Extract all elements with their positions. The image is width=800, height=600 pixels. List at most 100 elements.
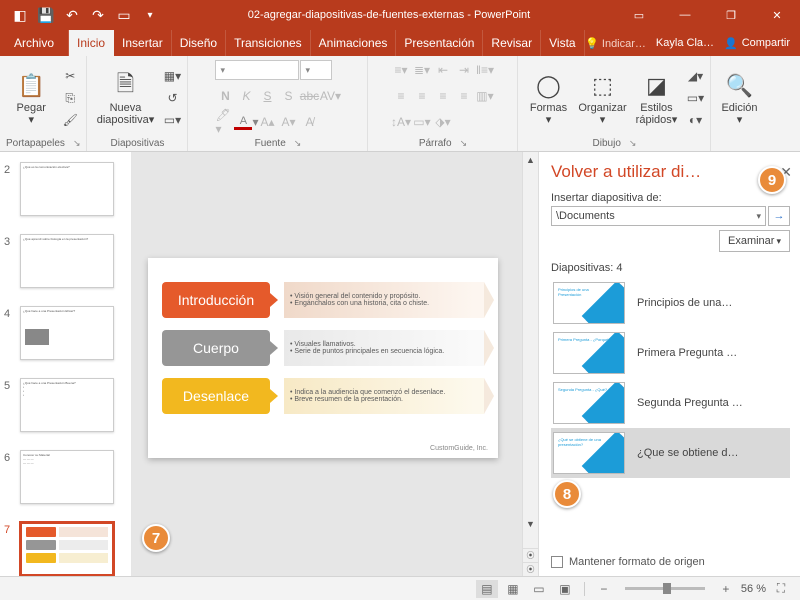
go-button[interactable]: →: [768, 206, 790, 226]
dialog-launcher-icon[interactable]: ↘: [460, 138, 468, 149]
workspace: 2 ¿Qué es la comunicación efectiva? 3 ¿Q…: [0, 152, 800, 576]
indent-decrease-button[interactable]: ⇤: [433, 60, 453, 80]
reset-icon[interactable]: ↺: [163, 89, 181, 107]
format-painter-icon[interactable]: 🖌: [61, 111, 79, 129]
spacing-button[interactable]: AV▾: [320, 86, 340, 106]
reuse-slide-item[interactable]: Segunda Pregunta - ¿Qué? Segunda Pregunt…: [551, 378, 790, 428]
arrange-button[interactable]: ⬚ Organizar▾: [578, 65, 626, 131]
tab-revisar[interactable]: Revisar: [483, 30, 541, 56]
fit-to-window-icon[interactable]: ⛶: [770, 580, 792, 598]
shapes-icon: ◯: [532, 70, 564, 102]
tab-inicio[interactable]: Inicio: [69, 30, 114, 56]
bold-button[interactable]: N: [215, 86, 235, 106]
dialog-launcher-icon[interactable]: ↘: [294, 138, 302, 149]
slideshow-view-icon[interactable]: ▣: [554, 580, 576, 598]
close-icon[interactable]: ✕: [754, 0, 800, 30]
start-from-beginning-icon[interactable]: ▭: [112, 3, 136, 27]
dialog-launcher-icon[interactable]: ↘: [73, 138, 81, 149]
align-right-button[interactable]: ≡: [433, 86, 453, 106]
reading-view-icon[interactable]: ▭: [528, 580, 550, 598]
minimize-icon[interactable]: —: [662, 0, 708, 30]
thumbnail[interactable]: 5 ¿Qué hace a una Presentación Buena?•••: [0, 374, 131, 446]
save-icon[interactable]: 💾: [34, 3, 58, 27]
tab-animaciones[interactable]: Animaciones: [311, 30, 397, 56]
zoom-out-icon[interactable]: −: [593, 580, 615, 598]
italic-button[interactable]: K: [236, 86, 256, 106]
shrink-font-button[interactable]: A▾: [278, 112, 298, 132]
thumbnail[interactable]: 3 ¿Qué aprendí sobre biología en la pres…: [0, 230, 131, 302]
slide-canvas[interactable]: Introducción Visión general del contenid…: [148, 258, 498, 458]
tab-vista[interactable]: Vista: [541, 30, 584, 56]
shape-effects-icon[interactable]: ◐▾: [686, 111, 704, 129]
group-label: Diapositivas: [111, 138, 165, 149]
shape-outline-icon[interactable]: ▭▾: [686, 89, 704, 107]
find-icon: 🔍: [723, 70, 755, 102]
numbering-button[interactable]: ≣▾: [412, 60, 432, 80]
sorter-view-icon[interactable]: ▦: [502, 580, 524, 598]
zoom-slider[interactable]: [625, 587, 705, 590]
thumbnail[interactable]: 4 ¿Qué hace a una Presentación Eficaz?: [0, 302, 131, 374]
tab-insertar[interactable]: Insertar: [114, 30, 172, 56]
quick-styles-button[interactable]: ◪ Estilos rápidos▾: [632, 65, 680, 131]
font-size-select[interactable]: ▾: [300, 60, 332, 80]
align-left-button[interactable]: ≡: [391, 86, 411, 106]
restore-icon[interactable]: ❐: [708, 0, 754, 30]
user-name[interactable]: Kayla Cla…: [656, 37, 714, 49]
undo-icon[interactable]: ↶: [60, 3, 84, 27]
shadow-button[interactable]: S: [278, 86, 298, 106]
justify-button[interactable]: ≡: [454, 86, 474, 106]
reuse-slide-item[interactable]: Principios de unaPresentación Principios…: [551, 278, 790, 328]
line-spacing-button[interactable]: ‖≡▾: [475, 60, 495, 80]
editing-button[interactable]: 🔍 Edición▾: [717, 65, 761, 131]
text-direction-button[interactable]: ↕A▾: [391, 112, 411, 132]
highlight-button[interactable]: 🖊▾: [215, 112, 235, 132]
thumbnail[interactable]: 2 ¿Qué es la comunicación efectiva?: [0, 158, 131, 230]
font-color-button[interactable]: A▾: [236, 112, 256, 132]
new-slide-button[interactable]: 🗎 Nueva diapositiva▾: [93, 65, 157, 131]
normal-view-icon[interactable]: ▤: [476, 580, 498, 598]
keep-source-formatting-checkbox[interactable]: Mantener formato de origen: [551, 556, 790, 568]
indent-increase-button[interactable]: ⇥: [454, 60, 474, 80]
reuse-slide-item[interactable]: Primera Pregunta - ¿Porqué? Primera Preg…: [551, 328, 790, 378]
section-icon[interactable]: ▭▾: [163, 111, 181, 129]
thumbnail[interactable]: 6 Conocer su Material— — —— — —: [0, 446, 131, 518]
font-family-select[interactable]: ▾: [215, 60, 299, 80]
ribbon-display-icon[interactable]: ▭: [616, 0, 662, 30]
smartart-button[interactable]: ⬗▾: [433, 112, 453, 132]
path-dropdown[interactable]: \Documents▾: [551, 206, 766, 226]
clear-format-button[interactable]: A̸: [299, 112, 319, 132]
shape-fill-icon[interactable]: ◢▾: [686, 67, 704, 85]
tell-me[interactable]: 💡 Indicar…: [585, 37, 646, 50]
align-text-button[interactable]: ▭▾: [412, 112, 432, 132]
reuse-slide-item-selected[interactable]: ¿Qué se obtiene de una presentación? ¿Qu…: [551, 428, 790, 478]
redo-icon[interactable]: ↷: [86, 3, 110, 27]
align-center-button[interactable]: ≡: [412, 86, 432, 106]
editor-scrollbar[interactable]: ▲ ▼ ⦿ ⦿: [522, 152, 538, 576]
grow-font-button[interactable]: A▴: [257, 112, 277, 132]
scroll-up-icon[interactable]: ▲: [523, 152, 538, 168]
browse-button[interactable]: Examinar ▾: [719, 230, 790, 252]
layout-icon[interactable]: ▦▾: [163, 67, 181, 85]
prev-slide-icon[interactable]: ⦿: [523, 548, 538, 562]
share-button[interactable]: 👤Compartir: [724, 37, 790, 50]
tab-presentacion[interactable]: Presentación: [396, 30, 483, 56]
underline-button[interactable]: S: [257, 86, 277, 106]
tab-diseno[interactable]: Diseño: [172, 30, 226, 56]
zoom-in-icon[interactable]: +: [715, 580, 737, 598]
tab-file[interactable]: Archivo: [0, 30, 69, 56]
checkbox-icon[interactable]: [551, 556, 563, 568]
qat-customize-icon[interactable]: ▾: [138, 3, 162, 27]
cut-icon[interactable]: ✂: [61, 67, 79, 85]
thumbnail-selected[interactable]: 7: [0, 518, 131, 576]
columns-button[interactable]: ▥▾: [475, 86, 495, 106]
bullets-button[interactable]: ≡▾: [391, 60, 411, 80]
strike-button[interactable]: abc: [299, 86, 319, 106]
shapes-button[interactable]: ◯ Formas▾: [524, 65, 572, 131]
paste-button[interactable]: 📋 Pegar▾: [7, 65, 55, 131]
dialog-launcher-icon[interactable]: ↘: [629, 138, 637, 149]
next-slide-icon[interactable]: ⦿: [523, 562, 538, 576]
callout-9: 9: [758, 166, 786, 194]
scroll-down-icon[interactable]: ▼: [523, 516, 538, 532]
copy-icon[interactable]: ⎘: [61, 89, 79, 107]
tab-transiciones[interactable]: Transiciones: [226, 30, 311, 56]
